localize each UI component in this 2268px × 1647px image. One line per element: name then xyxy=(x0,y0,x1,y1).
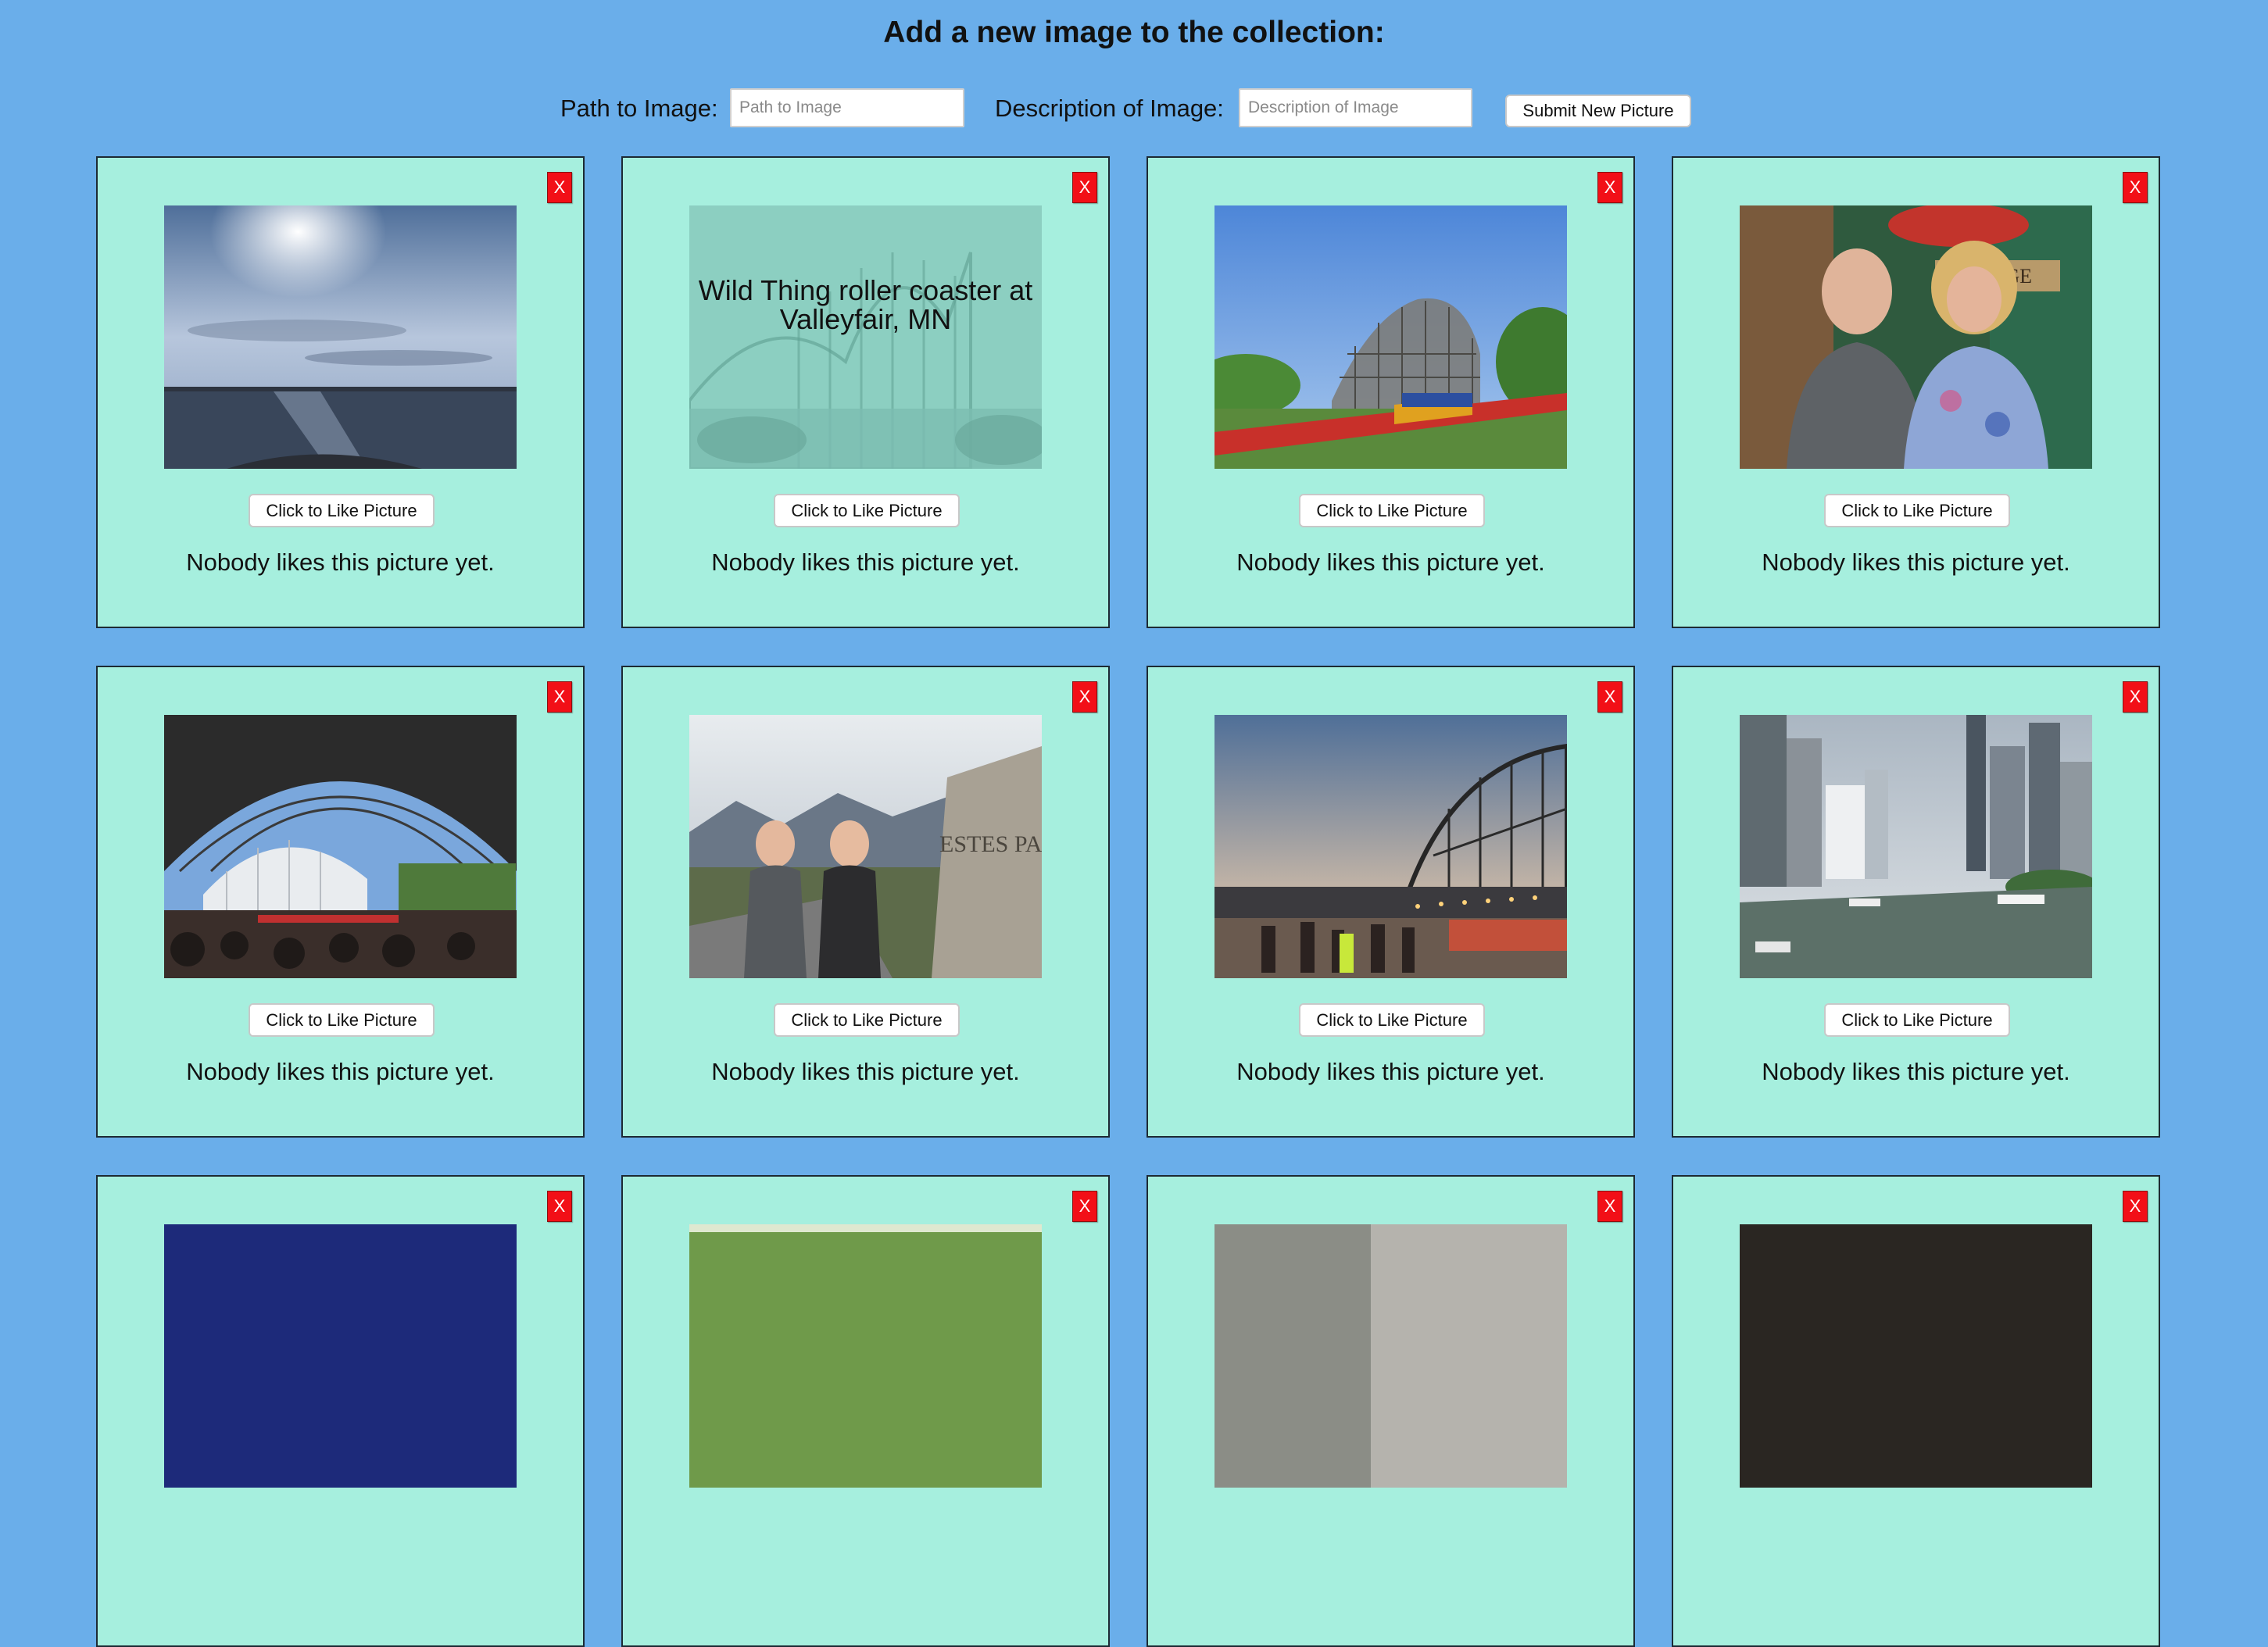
like-button[interactable]: Click to Like Picture xyxy=(774,1003,960,1037)
picture-partial xyxy=(1740,1224,2092,1488)
picture-card: X xyxy=(1147,1175,1635,1647)
new-image-form: Path to Image: Description of Image: Sub… xyxy=(0,88,2268,132)
delete-button[interactable]: X xyxy=(1597,681,1622,713)
delete-button[interactable]: X xyxy=(1072,681,1097,713)
picture-card: X LODGE Click to Like Picture Nobody lik… xyxy=(1672,156,2160,628)
picture-card: X xyxy=(621,1175,1110,1647)
picture-wild-thing: Wild Thing roller coaster at Valleyfair,… xyxy=(689,205,1042,469)
like-status: Nobody likes this picture yet. xyxy=(1236,1058,1545,1085)
description-input[interactable] xyxy=(1239,88,1472,127)
like-button[interactable]: Click to Like Picture xyxy=(249,1003,435,1037)
picture-wooden-coaster xyxy=(1214,205,1567,469)
delete-button[interactable]: X xyxy=(1072,1191,1097,1222)
delete-button[interactable]: X xyxy=(2123,172,2148,203)
picture-card: X xyxy=(96,1175,585,1647)
like-status: Nobody likes this picture yet. xyxy=(186,548,495,576)
page-title: Add a new image to the collection: xyxy=(883,16,1385,49)
picture-card: X Click to Like Picture Nobody likes thi… xyxy=(1672,666,2160,1138)
picture-card: X ESTES PA Click to Like Picture Nobody … xyxy=(621,666,1110,1138)
picture-park-dusk xyxy=(1214,715,1567,978)
like-status: Nobody likes this picture yet. xyxy=(711,548,1020,576)
picture-chicago-river xyxy=(1740,715,2092,978)
picture-card: X Click to Like Picture Nobody likes thi… xyxy=(96,666,585,1138)
like-status: Nobody likes this picture yet. xyxy=(1762,1058,2070,1085)
picture-card: X Click to Like Picture Nobody likes thi… xyxy=(1147,156,1635,628)
submit-new-picture-button[interactable]: Submit New Picture xyxy=(1505,95,1691,127)
like-button[interactable]: Click to Like Picture xyxy=(1299,494,1485,527)
image-alt-text: Wild Thing roller coaster at Valleyfair,… xyxy=(698,274,1033,335)
delete-button[interactable]: X xyxy=(547,172,572,203)
picture-card: X Wild Thing roller coaster at Valleyfai… xyxy=(621,156,1110,628)
picture-card: X Click to Like Picture Nobody likes thi… xyxy=(1147,666,1635,1138)
delete-button[interactable]: X xyxy=(2123,681,2148,713)
like-status: Nobody likes this picture yet. xyxy=(711,1058,1020,1085)
picture-two-men-lodge: LODGE xyxy=(1740,205,2092,469)
picture-card: X Click to Like Picture Nobody likes thi… xyxy=(96,156,585,628)
delete-button[interactable]: X xyxy=(547,1191,572,1222)
estes-sign-text: ESTES PA xyxy=(939,831,1042,857)
picture-lake-sunset xyxy=(164,205,517,469)
picture-partial xyxy=(164,1224,517,1488)
picture-card: X xyxy=(1672,1175,2160,1647)
picture-estes-park: ESTES PA xyxy=(689,715,1042,978)
picture-partial xyxy=(1214,1224,1567,1488)
like-button[interactable]: Click to Like Picture xyxy=(774,494,960,527)
picture-partial xyxy=(689,1224,1042,1488)
like-status: Nobody likes this picture yet. xyxy=(186,1058,495,1085)
delete-button[interactable]: X xyxy=(1597,172,1622,203)
like-status: Nobody likes this picture yet. xyxy=(1236,548,1545,576)
like-status: Nobody likes this picture yet. xyxy=(1762,548,2070,576)
like-button[interactable]: Click to Like Picture xyxy=(1299,1003,1485,1037)
delete-button[interactable]: X xyxy=(1597,1191,1622,1222)
like-button[interactable]: Click to Like Picture xyxy=(249,494,435,527)
delete-button[interactable]: X xyxy=(1072,172,1097,203)
description-label: Description of Image: xyxy=(995,95,1224,122)
path-label: Path to Image: xyxy=(560,95,718,122)
delete-button[interactable]: X xyxy=(2123,1191,2148,1222)
like-button[interactable]: Click to Like Picture xyxy=(1824,1003,2010,1037)
like-button[interactable]: Click to Like Picture xyxy=(1824,494,2010,527)
picture-coaster-pavilion xyxy=(164,715,517,978)
path-input[interactable] xyxy=(730,88,964,127)
delete-button[interactable]: X xyxy=(547,681,572,713)
